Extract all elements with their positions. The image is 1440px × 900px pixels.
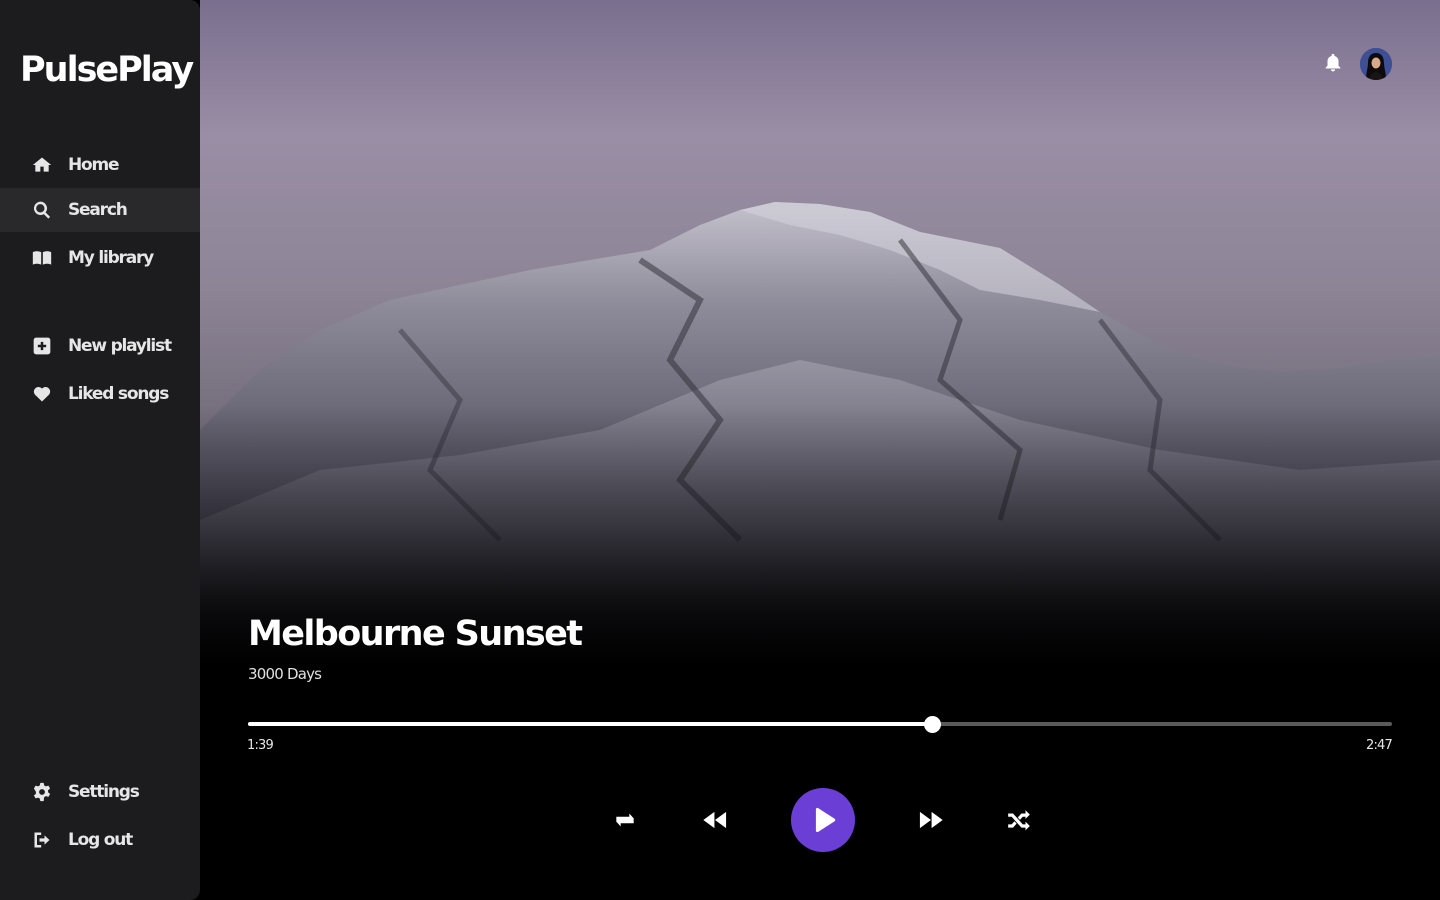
song-artist[interactable]: 3000 Days bbox=[248, 665, 322, 683]
repeat-button[interactable] bbox=[608, 806, 642, 834]
sidebar-item-label: Liked songs bbox=[68, 384, 169, 404]
gear-icon bbox=[31, 781, 53, 803]
sidebar-item-label: My library bbox=[68, 248, 154, 268]
sidebar-item-my-library[interactable]: My library bbox=[0, 236, 200, 280]
sidebar-item-search[interactable]: Search bbox=[0, 188, 200, 232]
progress-thumb[interactable] bbox=[924, 716, 942, 733]
sidebar-item-label: Home bbox=[68, 155, 120, 175]
sidebar-item-log-out[interactable]: Log out bbox=[0, 818, 200, 862]
play-button[interactable] bbox=[791, 788, 855, 852]
shuffle-button[interactable] bbox=[1002, 806, 1036, 834]
total-time: 2:47 bbox=[1366, 738, 1393, 753]
search-icon bbox=[31, 199, 53, 221]
sidebar-item-label: Search bbox=[68, 200, 128, 220]
plus-square-icon bbox=[31, 335, 53, 357]
rewind-icon bbox=[703, 811, 727, 829]
heart-icon bbox=[31, 383, 53, 405]
shuffle-icon bbox=[1008, 810, 1030, 831]
progress-slider[interactable] bbox=[248, 714, 1392, 734]
sidebar-item-label: Log out bbox=[68, 830, 133, 850]
progress-fill bbox=[248, 722, 933, 726]
home-icon bbox=[31, 154, 53, 176]
sidebar-item-home[interactable]: Home bbox=[0, 143, 200, 187]
sidebar-item-label: Settings bbox=[68, 782, 140, 802]
sidebar: PulsePlay Home Search My library New pla… bbox=[0, 0, 200, 900]
sidebar-item-liked-songs[interactable]: Liked songs bbox=[0, 372, 200, 416]
rewind-button[interactable] bbox=[698, 805, 732, 835]
current-time: 1:39 bbox=[247, 738, 274, 753]
play-icon bbox=[815, 807, 836, 833]
fast-forward-button[interactable] bbox=[914, 805, 948, 835]
user-avatar[interactable] bbox=[1360, 48, 1392, 80]
library-icon bbox=[31, 247, 53, 269]
bell-icon[interactable] bbox=[1322, 52, 1346, 76]
sidebar-item-settings[interactable]: Settings bbox=[0, 770, 200, 814]
now-playing-view: Melbourne Sunset 3000 Days 1:39 2:47 bbox=[200, 0, 1440, 900]
fast-forward-icon bbox=[919, 811, 943, 829]
app-logo[interactable]: PulsePlay bbox=[20, 50, 194, 90]
logout-icon bbox=[31, 829, 53, 851]
bottom-fade-overlay bbox=[200, 0, 1440, 900]
repeat-icon bbox=[616, 813, 634, 827]
sidebar-item-new-playlist[interactable]: New playlist bbox=[0, 324, 200, 368]
sidebar-item-label: New playlist bbox=[68, 336, 172, 356]
song-title: Melbourne Sunset bbox=[248, 614, 583, 654]
progress-track bbox=[248, 722, 1392, 726]
